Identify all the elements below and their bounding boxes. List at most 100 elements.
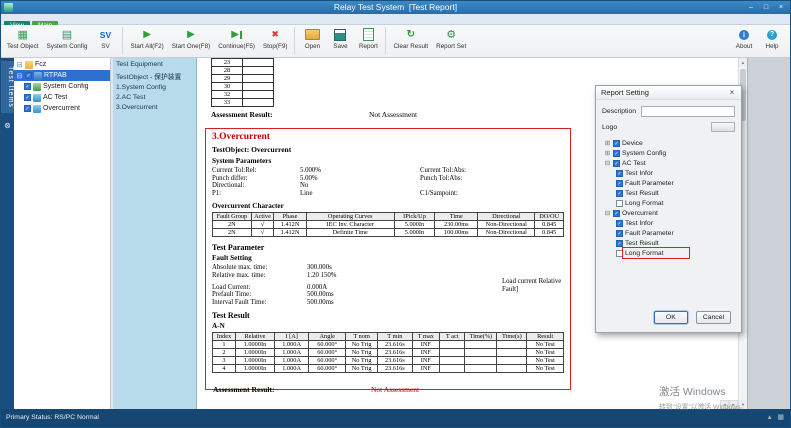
toolbar-button-help[interactable]: Help <box>758 26 786 56</box>
toolbar-button-test-object[interactable]: Test Object <box>3 26 43 56</box>
checkbox[interactable] <box>616 250 623 257</box>
scroll-up-icon[interactable] <box>739 58 747 67</box>
checkbox[interactable]: ✓ <box>616 170 623 177</box>
close-icon[interactable] <box>774 2 788 13</box>
checkbox[interactable]: ✓ <box>25 72 32 79</box>
tree-expander-icon[interactable]: ⊟ <box>604 159 611 167</box>
table-cell: 1.0000In <box>235 349 274 357</box>
table-cell <box>465 341 497 349</box>
report-option-test-infor[interactable]: ✓Test Infor <box>602 168 735 178</box>
tree-expander-icon[interactable]: ⊞ <box>604 149 611 157</box>
checkbox[interactable]: ✓ <box>24 105 31 112</box>
toolbar-button-report[interactable]: Report <box>354 26 382 56</box>
maximize-icon[interactable] <box>759 2 773 13</box>
toolbar-button-label: Start One(F8) <box>172 43 211 50</box>
checkbox[interactable]: ✓ <box>613 150 620 157</box>
toolbar-button-label: About <box>736 43 752 50</box>
toolbar-button-start-one-f8[interactable]: Start One(F8) <box>168 26 215 56</box>
tree-item-rtpab[interactable]: ⊟✓RTPAB <box>14 70 110 81</box>
checkbox[interactable]: ✓ <box>24 83 31 90</box>
toolbar-button-stop-f9[interactable]: Stop(F9) <box>259 26 292 56</box>
table-cell: 33 <box>212 99 243 107</box>
checkbox[interactable]: ✓ <box>616 230 623 237</box>
table-cell <box>243 75 274 83</box>
table-cell: 1.000A <box>274 349 308 357</box>
close-icon[interactable] <box>726 88 738 98</box>
table-cell: 29 <box>212 75 243 83</box>
report-option-fault-parameter[interactable]: ✓Fault Parameter <box>602 178 735 188</box>
tree-item-ac-test[interactable]: ✓AC Test <box>14 92 110 103</box>
checkbox[interactable]: ✓ <box>616 240 623 247</box>
nav-item-testobject[interactable]: TestObject - 保护装置 <box>113 69 196 82</box>
report-option-system-config[interactable]: ⊞✓System Config <box>602 148 735 158</box>
dialog-title-bar[interactable]: Report Setting <box>596 86 741 100</box>
description-input[interactable] <box>641 106 735 117</box>
nav-item-1-system-config[interactable]: 1.System Config <box>113 82 196 92</box>
checkbox[interactable]: ✓ <box>616 220 623 227</box>
checkbox[interactable]: ✓ <box>616 180 623 187</box>
ribbon-tab-bar: ViewMain <box>1 14 790 25</box>
toolbar-button-save[interactable]: Save <box>326 26 354 56</box>
toolbar-button-about[interactable]: About <box>730 26 758 56</box>
ok-button[interactable]: OK <box>654 311 688 324</box>
cancel-button[interactable]: Cancel <box>696 311 731 324</box>
param-value: 1.20 150% <box>307 272 336 280</box>
toolbar-button-clear-result[interactable]: Clear Result <box>389 26 432 56</box>
toolbar-button-system-config[interactable]: System Config <box>43 26 92 56</box>
tree-expander-icon[interactable]: ⊟ <box>16 72 23 80</box>
table-cell: INF <box>412 357 440 365</box>
param-row: Absolute max. time:300.000s <box>212 264 564 272</box>
table-cell <box>497 365 527 373</box>
table-cell: 1.000A <box>274 365 308 373</box>
minimize-icon[interactable] <box>744 2 758 13</box>
report-options-tree: ⊞✓Device⊞✓System Config⊟✓AC Test✓Test In… <box>602 138 735 264</box>
side-tab-test-items[interactable]: Test Items <box>1 61 14 113</box>
toolbar-button-report-set[interactable]: Report Set <box>432 26 470 56</box>
report-option-ac-test[interactable]: ⊟✓AC Test <box>602 158 735 168</box>
checkbox[interactable]: ✓ <box>613 160 620 167</box>
toolbar-button-start-all-f2[interactable]: Start All(F2) <box>126 26 167 56</box>
tree-expander-icon[interactable]: ⊟ <box>604 209 611 217</box>
checkbox[interactable]: ✓ <box>616 190 623 197</box>
table-cell: 60.000° <box>309 357 346 365</box>
tree-expander-icon[interactable]: ⊟ <box>16 61 23 69</box>
nav-item-test-equipment[interactable]: Test Equipment <box>113 59 196 69</box>
chevron-up-icon[interactable] <box>768 409 772 427</box>
report-option-long-format[interactable]: Long Format <box>602 198 735 208</box>
nav-item-3-overcurrent[interactable]: 3.Overcurrent <box>113 102 196 112</box>
report-option-test-infor[interactable]: ✓Test Infor <box>602 218 735 228</box>
tree-item-label: Overcurrent <box>43 105 80 112</box>
param-label: Current Tol:Abs: <box>420 167 515 175</box>
tree-item-system-config[interactable]: ✓System Config <box>14 81 110 92</box>
report-option-test-result[interactable]: ✓Test Result <box>602 188 735 198</box>
table-cell: √ <box>251 229 273 237</box>
checkbox[interactable]: ✓ <box>24 94 31 101</box>
panel-grid-icon[interactable] <box>777 409 784 427</box>
table-cell: 23.616s <box>378 341 412 349</box>
toolbar-button-open[interactable]: Open <box>298 26 326 56</box>
section-title: 3.Overcurrent <box>212 132 564 142</box>
collapse-panel-icon[interactable] <box>1 121 14 130</box>
report-option-overcurrent[interactable]: ⊟✓Overcurrent <box>602 208 735 218</box>
panel-splitter[interactable] <box>111 58 113 409</box>
tree-item-label: Long Format <box>625 200 664 207</box>
column-header: Time <box>435 213 478 221</box>
report-option-device[interactable]: ⊞✓Device <box>602 138 735 148</box>
tree-item-overcurrent[interactable]: ✓ Overcurrent <box>14 103 110 114</box>
table-cell: 0.845 <box>535 229 564 237</box>
checkbox[interactable] <box>616 200 623 207</box>
tree-root[interactable]: ⊟Fcz <box>14 59 110 70</box>
report-option-long-format[interactable]: Long Format <box>602 248 735 258</box>
toolbar-button-label: Continue(F5) <box>218 43 255 50</box>
nav-item-2-ac-test[interactable]: 2.AC Test <box>113 92 196 102</box>
toolbar-button-sv[interactable]: SV <box>91 26 119 56</box>
tree-expander-icon[interactable]: ⊞ <box>604 139 611 147</box>
toolbar-button-continue-f5[interactable]: Continue(F5) <box>214 26 259 56</box>
column-header: Relative <box>235 333 274 341</box>
tree-item-label: AC Test <box>622 160 646 167</box>
logo-browse-button[interactable] <box>711 122 735 132</box>
checkbox[interactable]: ✓ <box>613 140 620 147</box>
sv-icon <box>96 27 114 42</box>
report-option-fault-parameter[interactable]: ✓Fault Parameter <box>602 228 735 238</box>
checkbox[interactable]: ✓ <box>613 210 620 217</box>
